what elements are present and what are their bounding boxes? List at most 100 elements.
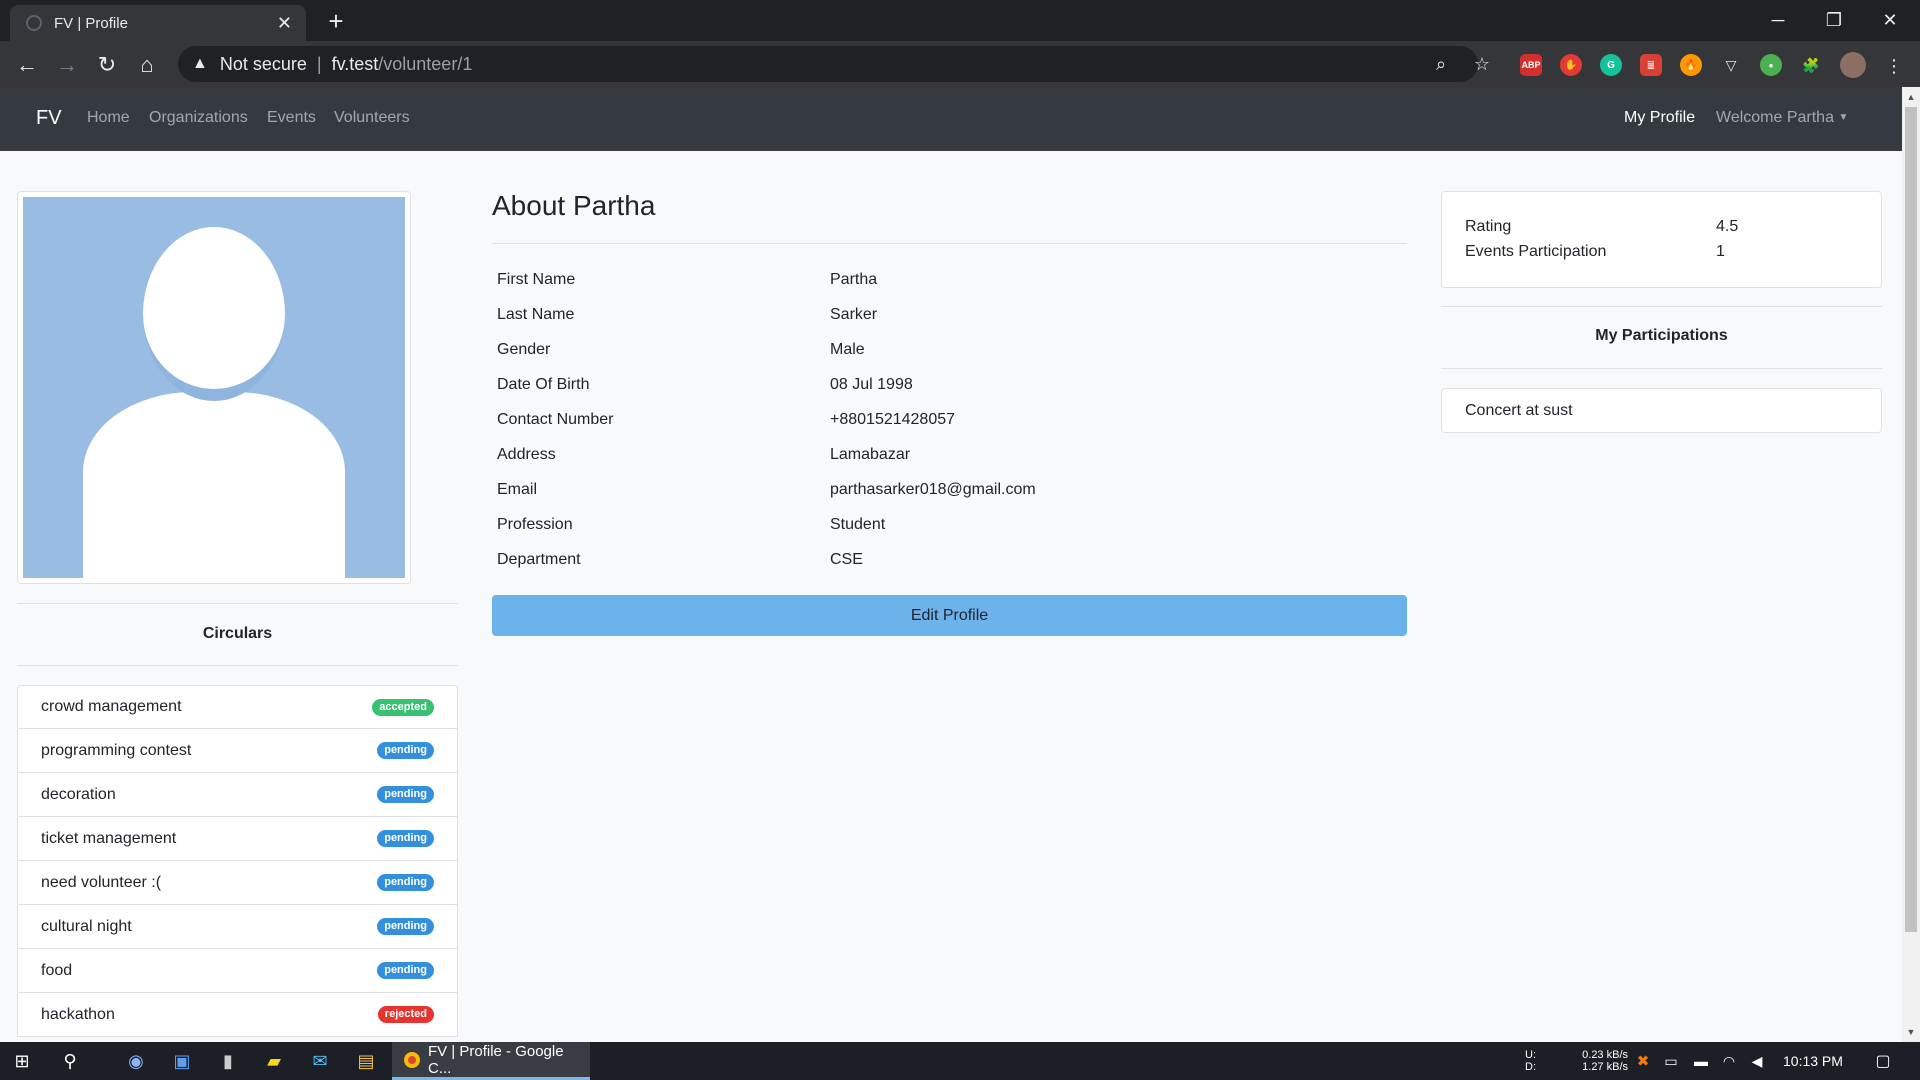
participation-item[interactable]: Concert at sust xyxy=(1441,388,1882,433)
info-value: Male xyxy=(830,340,865,358)
file-explorer-icon[interactable]: ▤ xyxy=(348,1042,384,1080)
home-icon[interactable]: ⌂ xyxy=(131,49,163,81)
browser-menu-icon[interactable]: ⋮ xyxy=(1882,54,1906,78)
xampp-icon[interactable]: ✖ xyxy=(1632,1042,1654,1080)
scroll-up-arrow-icon[interactable]: ▲ xyxy=(1902,89,1920,105)
taskbar-chrome-button[interactable]: FV | Profile - Google C... xyxy=(392,1042,590,1080)
security-label[interactable]: Not secure xyxy=(220,54,307,75)
user-dropdown[interactable]: Welcome Partha ▼ xyxy=(1716,109,1848,127)
info-row: Profession Student xyxy=(492,507,1407,542)
nav-my-profile[interactable]: My Profile xyxy=(1624,109,1695,127)
info-value: Student xyxy=(830,515,886,533)
info-label: Contact Number xyxy=(497,410,614,428)
divider xyxy=(17,665,458,666)
info-label: Department xyxy=(497,550,581,568)
net-speed-values: 0.23 kB/s 1.27 kB/s xyxy=(1572,1042,1628,1080)
divider xyxy=(492,243,1407,244)
warning-icon[interactable]: ▲ xyxy=(192,55,208,73)
clock[interactable]: 10:13 PM xyxy=(1783,1042,1843,1080)
nav-volunteers[interactable]: Volunteers xyxy=(334,109,410,127)
restore-icon[interactable]: ❐ xyxy=(1806,0,1862,41)
page-scrollbar[interactable]: ▲ ▼ xyxy=(1902,87,1920,1042)
scrollbar-thumb[interactable] xyxy=(1905,107,1917,932)
adblock-extension-icon[interactable]: ABP xyxy=(1520,54,1542,76)
windows-start-icon[interactable]: ⊞ xyxy=(0,1042,44,1080)
profile-avatar-icon[interactable] xyxy=(1840,52,1866,78)
tab-title: FV | Profile xyxy=(54,14,128,32)
status-badge: pending xyxy=(377,874,434,891)
forward-icon[interactable]: → xyxy=(51,49,83,81)
browser-toolbar: ← → ↻ ⌂ ▲ Not secure | fv.test/volunteer… xyxy=(0,41,1920,87)
flame-extension-icon[interactable]: 🔥 xyxy=(1680,54,1702,76)
net-speed-labels: U: D: xyxy=(1525,1042,1536,1080)
brand-logo[interactable]: FV xyxy=(36,107,62,130)
mail-icon[interactable]: ✉ xyxy=(302,1042,338,1080)
circular-item[interactable]: need volunteer :( pending xyxy=(17,861,458,905)
edit-profile-button[interactable]: Edit Profile xyxy=(492,595,1407,636)
extensions-puzzle-icon[interactable]: 🧩 xyxy=(1800,54,1822,76)
circular-item[interactable]: decoration pending xyxy=(17,773,458,817)
volume-icon[interactable]: ◀ xyxy=(1746,1042,1768,1080)
info-row: Date Of Birth 08 Jul 1998 xyxy=(492,367,1407,402)
stop-extension-icon[interactable]: ✋ xyxy=(1560,54,1582,76)
url-host: fv.test xyxy=(331,53,379,74)
reload-icon[interactable]: ↻ xyxy=(91,49,123,81)
tray-app-icon[interactable]: ▭ xyxy=(1660,1042,1682,1080)
circular-item[interactable]: ticket management pending xyxy=(17,817,458,861)
circular-item[interactable]: food pending xyxy=(17,949,458,993)
search-icon[interactable]: ⚲ xyxy=(50,1042,90,1080)
address-bar[interactable]: ▲ Not secure | fv.test/volunteer/1 xyxy=(178,46,1478,82)
avatar-body-shape xyxy=(83,392,345,578)
shield-extension-icon[interactable]: ▽ xyxy=(1720,54,1742,76)
minimize-icon[interactable]: ─ xyxy=(1750,0,1806,41)
events-participation-value: 1 xyxy=(1716,243,1725,260)
app-pinned-icon[interactable]: ◉ xyxy=(118,1042,154,1080)
taskbar-app-title: FV | Profile - Google C... xyxy=(427,1042,564,1077)
bookmark-star-icon[interactable]: ☆ xyxy=(1470,52,1494,76)
stats-card: Rating 4.5 Events Participation 1 xyxy=(1441,191,1882,288)
wifi-icon[interactable]: ◠ xyxy=(1718,1042,1740,1080)
info-row: First Name Partha xyxy=(492,262,1407,297)
divider xyxy=(1441,306,1882,307)
scroll-down-arrow-icon[interactable]: ▼ xyxy=(1902,1024,1920,1040)
new-tab-button[interactable]: + xyxy=(322,8,350,36)
notifications-icon[interactable]: ▢ xyxy=(1868,1042,1898,1080)
nav-organizations[interactable]: Organizations xyxy=(149,109,248,127)
nav-home[interactable]: Home xyxy=(87,109,130,127)
battery-icon[interactable]: ▬ xyxy=(1690,1042,1712,1080)
back-icon[interactable]: ← xyxy=(11,49,43,81)
circular-item[interactable]: crowd management accepted xyxy=(17,685,458,729)
status-badge: pending xyxy=(377,742,434,759)
sticky-notes-icon[interactable]: ▰ xyxy=(256,1042,292,1080)
info-value: parthasarker018@gmail.com xyxy=(830,480,1036,498)
page-favicon-icon xyxy=(26,15,42,31)
app-pinned-icon[interactable]: ▣ xyxy=(164,1042,200,1080)
info-label: Profession xyxy=(497,515,573,533)
todoist-extension-icon[interactable]: ≣ xyxy=(1640,54,1662,76)
circular-name: food xyxy=(41,961,73,979)
rating-value: 4.5 xyxy=(1716,218,1739,235)
events-participation-label: Events Participation xyxy=(1465,243,1607,260)
nav-events[interactable]: Events xyxy=(267,109,316,127)
profile-picture xyxy=(23,197,405,578)
circular-name: need volunteer :( xyxy=(41,873,162,891)
app-pinned-icon[interactable]: ▮ xyxy=(210,1042,246,1080)
circular-item[interactable]: hackathon rejected xyxy=(17,993,458,1037)
browser-tab[interactable]: FV | Profile ✕ xyxy=(10,5,306,41)
window-close-icon[interactable]: ✕ xyxy=(1862,0,1918,41)
circular-item[interactable]: cultural night pending xyxy=(17,905,458,949)
color-extension-icon[interactable]: ● xyxy=(1760,54,1782,76)
grammarly-extension-icon[interactable]: G xyxy=(1600,54,1622,76)
info-label: Date Of Birth xyxy=(497,375,590,393)
info-label: Last Name xyxy=(497,305,575,323)
profile-info-table: First Name Partha Last Name Sarker Gender M… xyxy=(492,262,1407,577)
tab-close-icon[interactable]: ✕ xyxy=(277,13,292,34)
circular-name: crowd management xyxy=(41,698,182,715)
avatar-head-shape xyxy=(143,227,285,401)
info-row: Gender Male xyxy=(492,332,1407,367)
net-up-label: U: xyxy=(1525,1049,1536,1061)
os-taskbar: ⊞ ⚲ ◉ ▣ ▮ ▰ ✉ ▤ FV | Profile - Google C.… xyxy=(0,1042,1920,1080)
browser-tab-strip: FV | Profile ✕ + ─ ❐ ✕ xyxy=(0,0,1920,41)
zoom-icon[interactable]: ⌕ xyxy=(1429,52,1453,76)
circular-item[interactable]: programming contest pending xyxy=(17,729,458,773)
